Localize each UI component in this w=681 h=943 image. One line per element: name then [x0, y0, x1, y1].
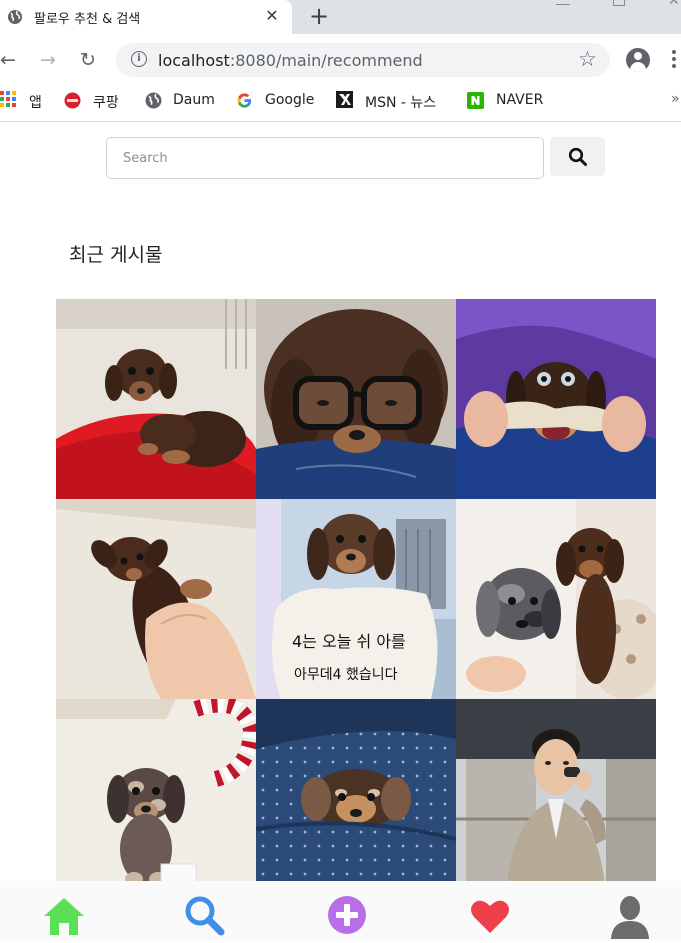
more-bookmarks-icon[interactable]: » [671, 91, 680, 107]
add-post-icon [328, 896, 366, 934]
home-icon [44, 898, 84, 935]
post-thumbnail[interactable] [456, 499, 656, 699]
post-image: 4는 오늘 쉬 아를 아무데4 했습니다 [256, 499, 456, 699]
post-thumbnail[interactable] [56, 499, 256, 699]
post-thumbnail[interactable] [56, 699, 256, 881]
search-icon [185, 896, 225, 936]
section-title: 최근 게시물 [69, 244, 163, 266]
post-thumbnail[interactable] [56, 299, 256, 499]
globe-icon [145, 92, 162, 109]
browser-tab-strip: 팔로우 추천 & 검색 ✕ + ✕ [0, 0, 681, 34]
naver-icon [467, 92, 484, 109]
account-icon[interactable] [626, 48, 650, 72]
reload-icon[interactable]: ↻ [76, 48, 100, 72]
bottom-nav [0, 881, 681, 941]
post-image [56, 299, 256, 499]
search-nav-button[interactable] [183, 895, 227, 939]
likes-nav-button[interactable] [468, 895, 512, 939]
browser-tab[interactable]: 팔로우 추천 & 검색 ✕ [0, 0, 292, 34]
home-nav-button[interactable] [42, 895, 86, 939]
coupang-icon [64, 92, 81, 109]
post-image [456, 699, 656, 881]
google-icon [237, 93, 252, 108]
post-thumbnail[interactable] [256, 699, 456, 881]
browser-menu-icon[interactable] [672, 50, 676, 70]
search-button[interactable] [550, 137, 605, 176]
msn-icon [336, 91, 353, 108]
heart-icon [471, 900, 509, 933]
new-tab-button[interactable]: + [308, 3, 330, 29]
profile-icon [611, 896, 649, 939]
address-url[interactable]: localhost:8080/main/recommend [158, 51, 423, 70]
post-image [56, 499, 256, 699]
post-image [56, 699, 256, 881]
sign-text-line-2: 아무데4 했습니다 [294, 667, 398, 683]
search-input[interactable] [106, 137, 544, 179]
post-image [256, 699, 456, 881]
apps-grid-icon[interactable] [0, 91, 17, 108]
post-grid: 4는 오늘 쉬 아를 아무데4 했습니다 [56, 299, 656, 881]
site-info-icon[interactable]: i [131, 51, 147, 67]
add-post-nav-button[interactable] [325, 895, 369, 939]
post-thumbnail[interactable] [256, 299, 456, 499]
maximize-button[interactable] [613, 0, 625, 6]
search-icon [568, 147, 587, 166]
post-thumbnail[interactable] [456, 699, 656, 881]
profile-nav-button[interactable] [608, 895, 652, 939]
post-image [456, 499, 656, 699]
post-image [456, 299, 656, 499]
forward-arrow-icon[interactable]: → [36, 48, 60, 72]
post-image [256, 299, 456, 499]
window-close-button[interactable]: ✕ [668, 0, 680, 8]
back-arrow-icon[interactable]: ← [0, 48, 20, 72]
post-thumbnail[interactable]: 4는 오늘 쉬 아를 아무데4 했습니다 [256, 499, 456, 699]
post-thumbnail[interactable] [456, 299, 656, 499]
bookmark-star-icon[interactable]: ☆ [578, 48, 597, 70]
sign-text-line-1: 4는 오늘 쉬 아를 [292, 632, 406, 651]
tab-title: 팔로우 추천 & 검색 [34, 12, 141, 27]
minimize-button[interactable] [556, 4, 570, 5]
globe-icon [8, 10, 22, 24]
close-icon[interactable]: ✕ [262, 6, 282, 26]
